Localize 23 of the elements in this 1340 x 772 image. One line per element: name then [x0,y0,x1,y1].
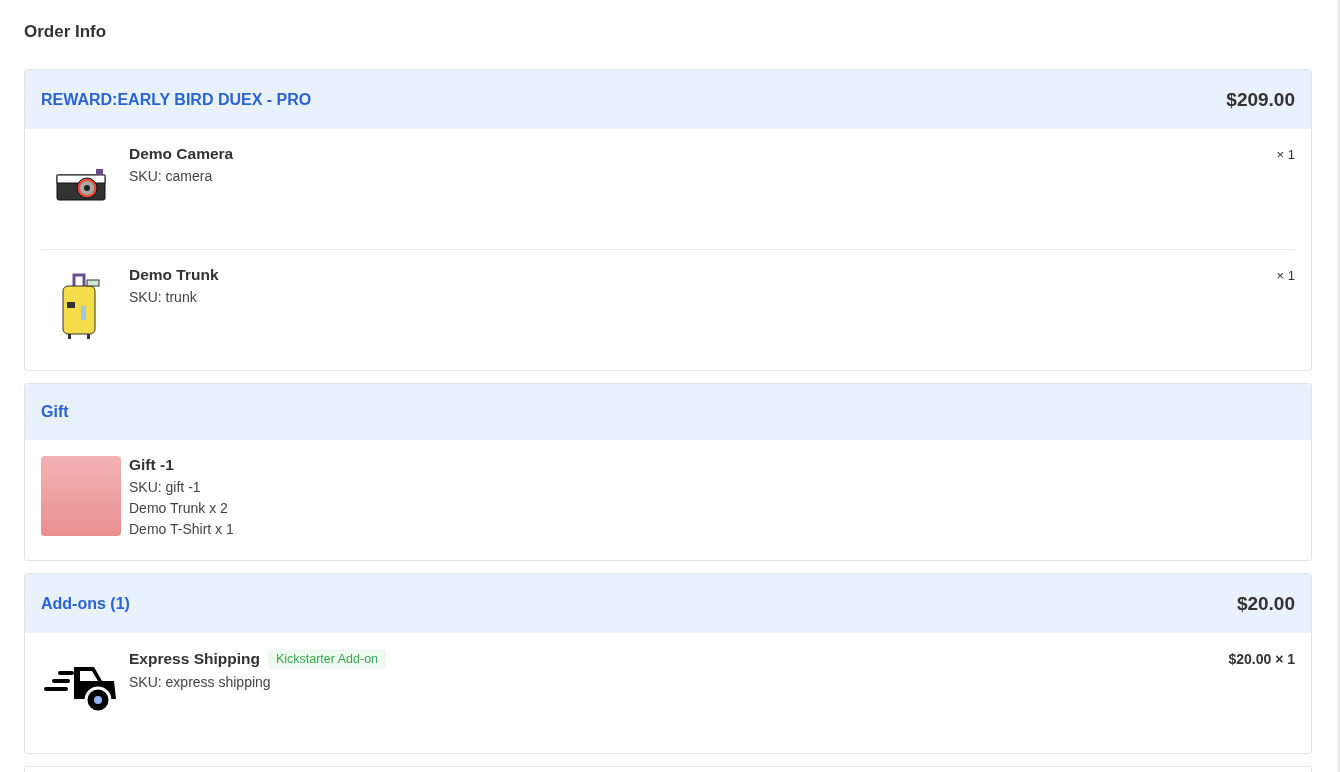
item-quantity: × 1 [1276,146,1295,162]
section-title: Gift [41,403,69,421]
item-quantity: $20.00 × 1 [1228,650,1295,667]
item-name: Express Shipping [129,650,260,668]
section-price: $20.00 [1236,592,1295,615]
section-price: $209.00 [1226,88,1295,111]
page-title: Order Info [24,22,108,42]
bundle-line: Demo Trunk x 2 [129,500,229,516]
item-sku: SKU: trunk [129,289,198,305]
item-name: Gift -1 [129,456,174,474]
suitcase-icon [59,272,103,340]
addon-tag: Kickstarter Add-on [267,649,387,669]
item-sku: SKU: gift -1 [129,479,202,495]
bundle-line: Demo T-Shirt x 1 [129,521,235,537]
item-name: Demo Trunk [129,266,219,284]
item-quantity: × 1 [1276,267,1295,283]
truck-icon [44,664,118,714]
section-title: Add-ons (1) [41,594,130,613]
item-sku: SKU: camera [129,168,214,184]
camera-icon [56,168,106,202]
section-title: REWARD:EARLY BIRD DUEX - PRO [41,90,312,109]
item-name: Demo Camera [129,145,234,163]
item-sku: SKU: express shipping [129,674,272,690]
